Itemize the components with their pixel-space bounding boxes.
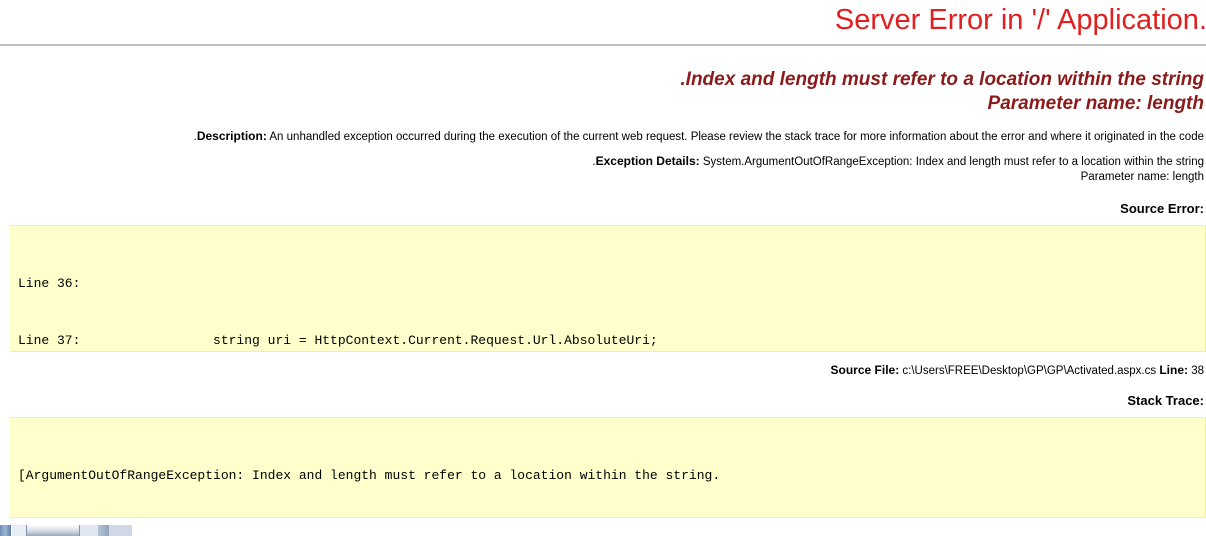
source-file-group: Source File: c:\Users\FREE\Desktop\GP\GP… [831, 363, 1157, 377]
description-label: Description: [196, 129, 267, 143]
exception-details-paragraph: Exception Details: System.ArgumentOutOfR… [0, 154, 1206, 185]
scroll-left-arrow-icon[interactable] [0, 525, 12, 536]
error-page: .Server Error in '/' Application Index a… [0, 0, 1206, 536]
source-file-value: c:\Users\FREE\Desktop\GP\GP\Activated.as… [902, 365, 1157, 377]
scrollbar-thumb[interactable] [26, 525, 80, 536]
exception-heading: Index and length must refer to a locatio… [0, 68, 1206, 116]
code-line: Line 37: string uri = HttpContext.Curren… [18, 333, 658, 348]
stack-trace-heading: :Stack Trace [1127, 393, 1204, 408]
exception-details-param: Parameter name: length [1080, 171, 1204, 183]
scroll-right-arrow-icon[interactable] [98, 525, 109, 536]
exception-heading-line-2: Parameter name: length [987, 93, 1204, 114]
code-line: Line 36: [18, 276, 81, 291]
exception-details-label: Exception Details: [595, 154, 700, 168]
source-file-row: Source File: c:\Users\FREE\Desktop\GP\GP… [0, 363, 1206, 377]
scrollbar-track-left[interactable] [12, 525, 26, 536]
source-line-group: Line: 38 [1159, 363, 1204, 377]
source-error-heading: :Source Error [1120, 201, 1204, 216]
source-line-label: Line: [1159, 363, 1188, 377]
scrollbar-track-rest[interactable] [109, 525, 132, 536]
horizontal-scrollbar[interactable] [0, 525, 132, 536]
stack-trace-line: [ArgumentOutOfRangeException: Index and … [18, 468, 721, 483]
page-title: .Server Error in '/' Application [834, 4, 1206, 36]
exception-heading-line-1: Index and length must refer to a locatio… [680, 69, 1204, 90]
description-text: An unhandled exception occurred during t… [193, 131, 1204, 143]
description-paragraph: Description: An unhandled exception occu… [0, 129, 1206, 145]
stack-trace-code-block: [ArgumentOutOfRangeException: Index and … [10, 417, 1206, 518]
source-line-value: 38 [1191, 365, 1204, 377]
title-divider [0, 44, 1206, 46]
page-title-bar: .Server Error in '/' Application [0, 0, 1206, 40]
source-error-code-block: Line 36: Line 37: string uri = HttpConte… [10, 225, 1206, 352]
source-file-label: Source File: [830, 363, 900, 377]
scrollbar-track-right[interactable] [80, 525, 98, 536]
